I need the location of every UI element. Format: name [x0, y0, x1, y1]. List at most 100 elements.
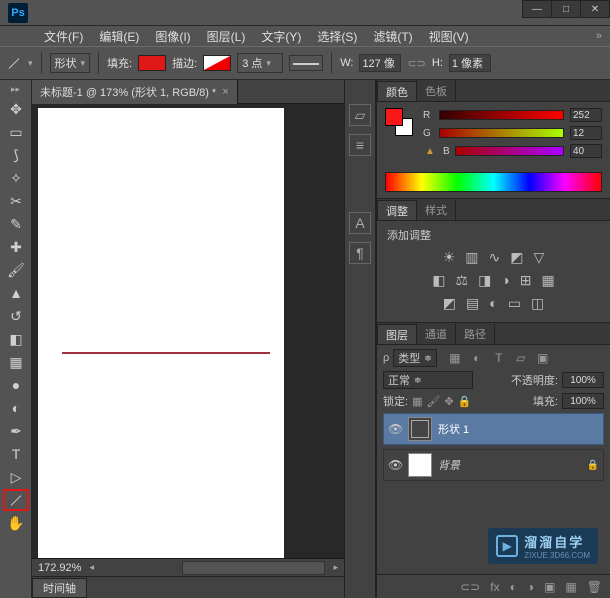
balance-icon[interactable]: ⚖ [456, 272, 469, 289]
blend-mode-select[interactable]: 正常≑ [383, 371, 473, 389]
levels-icon[interactable]: ▥ [465, 249, 478, 266]
bw-icon[interactable]: ◨ [478, 272, 491, 289]
brush-tool[interactable]: 🖌 [3, 259, 29, 281]
healing-tool[interactable]: ✚ [3, 236, 29, 258]
maximize-button[interactable]: □ [551, 0, 581, 18]
paragraph-panel-icon[interactable]: ¶ [349, 242, 371, 264]
dropdown-icon[interactable]: ▾ [28, 58, 33, 69]
adjust-layer-icon[interactable]: ◑ [527, 580, 534, 594]
crop-tool[interactable]: ✂ [3, 190, 29, 212]
scroll-right-icon[interactable]: ▸ [333, 562, 338, 573]
g-slider[interactable] [439, 128, 564, 138]
toolbar-collapse-icon[interactable]: ▸▸ [0, 84, 31, 95]
stroke-style-select[interactable] [289, 55, 323, 71]
stroke-width-input[interactable]: 3 点▾ [237, 53, 283, 73]
menu-filter[interactable]: 滤镜(T) [365, 28, 420, 45]
tab-swatches[interactable]: 色板 [417, 81, 456, 101]
threshold-icon[interactable]: ◐ [489, 295, 497, 312]
lock-pixels-icon[interactable]: 🖌 [426, 395, 440, 408]
new-layer-icon[interactable]: ▦ [565, 580, 576, 594]
mixer-icon[interactable]: ⊞ [520, 272, 532, 289]
gamut-warning-icon[interactable]: ▲ [423, 144, 437, 158]
layer-thumb[interactable] [408, 417, 432, 441]
tab-adjustments[interactable]: 调整 [377, 200, 417, 220]
lock-position-icon[interactable]: ✥ [444, 395, 453, 408]
r-value[interactable]: 252 [570, 108, 602, 122]
tab-styles[interactable]: 样式 [417, 200, 456, 220]
visibility-icon[interactable]: 👁 [388, 458, 402, 472]
line-tool[interactable] [3, 489, 29, 511]
minimize-button[interactable]: — [522, 0, 552, 18]
b-value[interactable]: 40 [570, 144, 602, 158]
marquee-tool[interactable]: ▭ [3, 121, 29, 143]
height-input[interactable]: 1 像素 [449, 54, 491, 72]
eraser-tool[interactable]: ◧ [3, 328, 29, 350]
width-input[interactable]: 127 像 [359, 54, 401, 72]
fg-bg-swatch[interactable] [385, 108, 413, 136]
dodge-tool[interactable]: ◐ [3, 397, 29, 419]
selective-icon[interactable]: ◫ [531, 295, 544, 312]
canvas-viewport[interactable] [32, 104, 344, 558]
b-slider[interactable] [455, 146, 564, 156]
visibility-icon[interactable]: 👁 [388, 422, 402, 436]
tab-color[interactable]: 颜色 [377, 81, 417, 101]
menu-file[interactable]: 文件(F) [36, 28, 91, 45]
move-tool[interactable]: ✥ [3, 98, 29, 120]
exposure-icon[interactable]: ◩ [510, 249, 523, 266]
filter-adjust-icon[interactable]: ◐ [469, 350, 485, 366]
r-slider[interactable] [439, 110, 564, 120]
zoom-level[interactable]: 172.92% [38, 562, 81, 574]
tab-layers[interactable]: 图层 [377, 324, 417, 344]
lock-transparent-icon[interactable]: ▦ [412, 395, 422, 408]
mask-icon[interactable]: ◐ [510, 580, 517, 594]
blur-tool[interactable]: ● [3, 374, 29, 396]
lasso-tool[interactable]: ⟆ [3, 144, 29, 166]
history-brush-tool[interactable]: ↺ [3, 305, 29, 327]
tab-close-icon[interactable]: × [222, 86, 228, 98]
color-spectrum[interactable] [385, 172, 602, 192]
posterize-icon[interactable]: ▤ [466, 295, 479, 312]
photo-filter-icon[interactable]: ◑ [501, 272, 509, 289]
tool-preset-icon[interactable] [6, 52, 22, 74]
stroke-color-swatch[interactable] [203, 55, 231, 71]
menu-image[interactable]: 图像(I) [147, 28, 198, 45]
filter-type-icon[interactable]: T [491, 350, 507, 366]
invert-icon[interactable]: ◩ [443, 295, 456, 312]
menu-type[interactable]: 文字(Y) [253, 28, 309, 45]
scroll-left-icon[interactable]: ◂ [89, 562, 94, 573]
timeline-tab[interactable]: 时间轴 [32, 578, 87, 598]
menu-edit[interactable]: 编辑(E) [91, 28, 147, 45]
layer-background[interactable]: 👁 背景 🔒 [383, 449, 604, 481]
menu-select[interactable]: 选择(S) [309, 28, 365, 45]
layer-shape-1[interactable]: 👁 形状 1 [383, 413, 604, 445]
fg-color[interactable] [385, 108, 403, 126]
delete-icon[interactable]: 🗑 [587, 580, 602, 594]
fill-opacity-input[interactable]: 100% [562, 393, 604, 409]
close-button[interactable]: ✕ [580, 0, 610, 18]
canvas[interactable] [38, 108, 284, 558]
link-layers-icon[interactable]: ⊂⊃ [460, 580, 480, 594]
eyedropper-tool[interactable]: ✎ [3, 213, 29, 235]
filter-pixel-icon[interactable]: ▦ [447, 350, 463, 366]
link-icon[interactable]: ⊂⊃ [407, 57, 425, 70]
properties-panel-icon[interactable]: ≡ [349, 134, 371, 156]
layer-name[interactable]: 背景 [438, 457, 460, 473]
brightness-icon[interactable]: ☀ [443, 249, 456, 266]
tab-channels[interactable]: 通道 [417, 324, 456, 344]
layer-name[interactable]: 形状 1 [438, 421, 469, 437]
vibrance-icon[interactable]: ▽ [533, 249, 544, 266]
lookup-icon[interactable]: ▦ [542, 272, 555, 289]
path-select-tool[interactable]: ▷ [3, 466, 29, 488]
filter-shape-icon[interactable]: ▱ [513, 350, 529, 366]
menu-layer[interactable]: 图层(L) [199, 28, 254, 45]
hand-tool[interactable]: ✋ [3, 512, 29, 534]
layer-filter-select[interactable]: 类型≑ [393, 349, 437, 367]
magic-wand-tool[interactable]: ✧ [3, 167, 29, 189]
shape-line[interactable] [62, 352, 270, 354]
gradient-tool[interactable]: ▦ [3, 351, 29, 373]
opacity-input[interactable]: 100% [562, 372, 604, 388]
history-panel-icon[interactable]: ▱ [349, 104, 371, 126]
hue-icon[interactable]: ◧ [432, 272, 445, 289]
g-value[interactable]: 12 [570, 126, 602, 140]
character-panel-icon[interactable]: A [349, 212, 371, 234]
